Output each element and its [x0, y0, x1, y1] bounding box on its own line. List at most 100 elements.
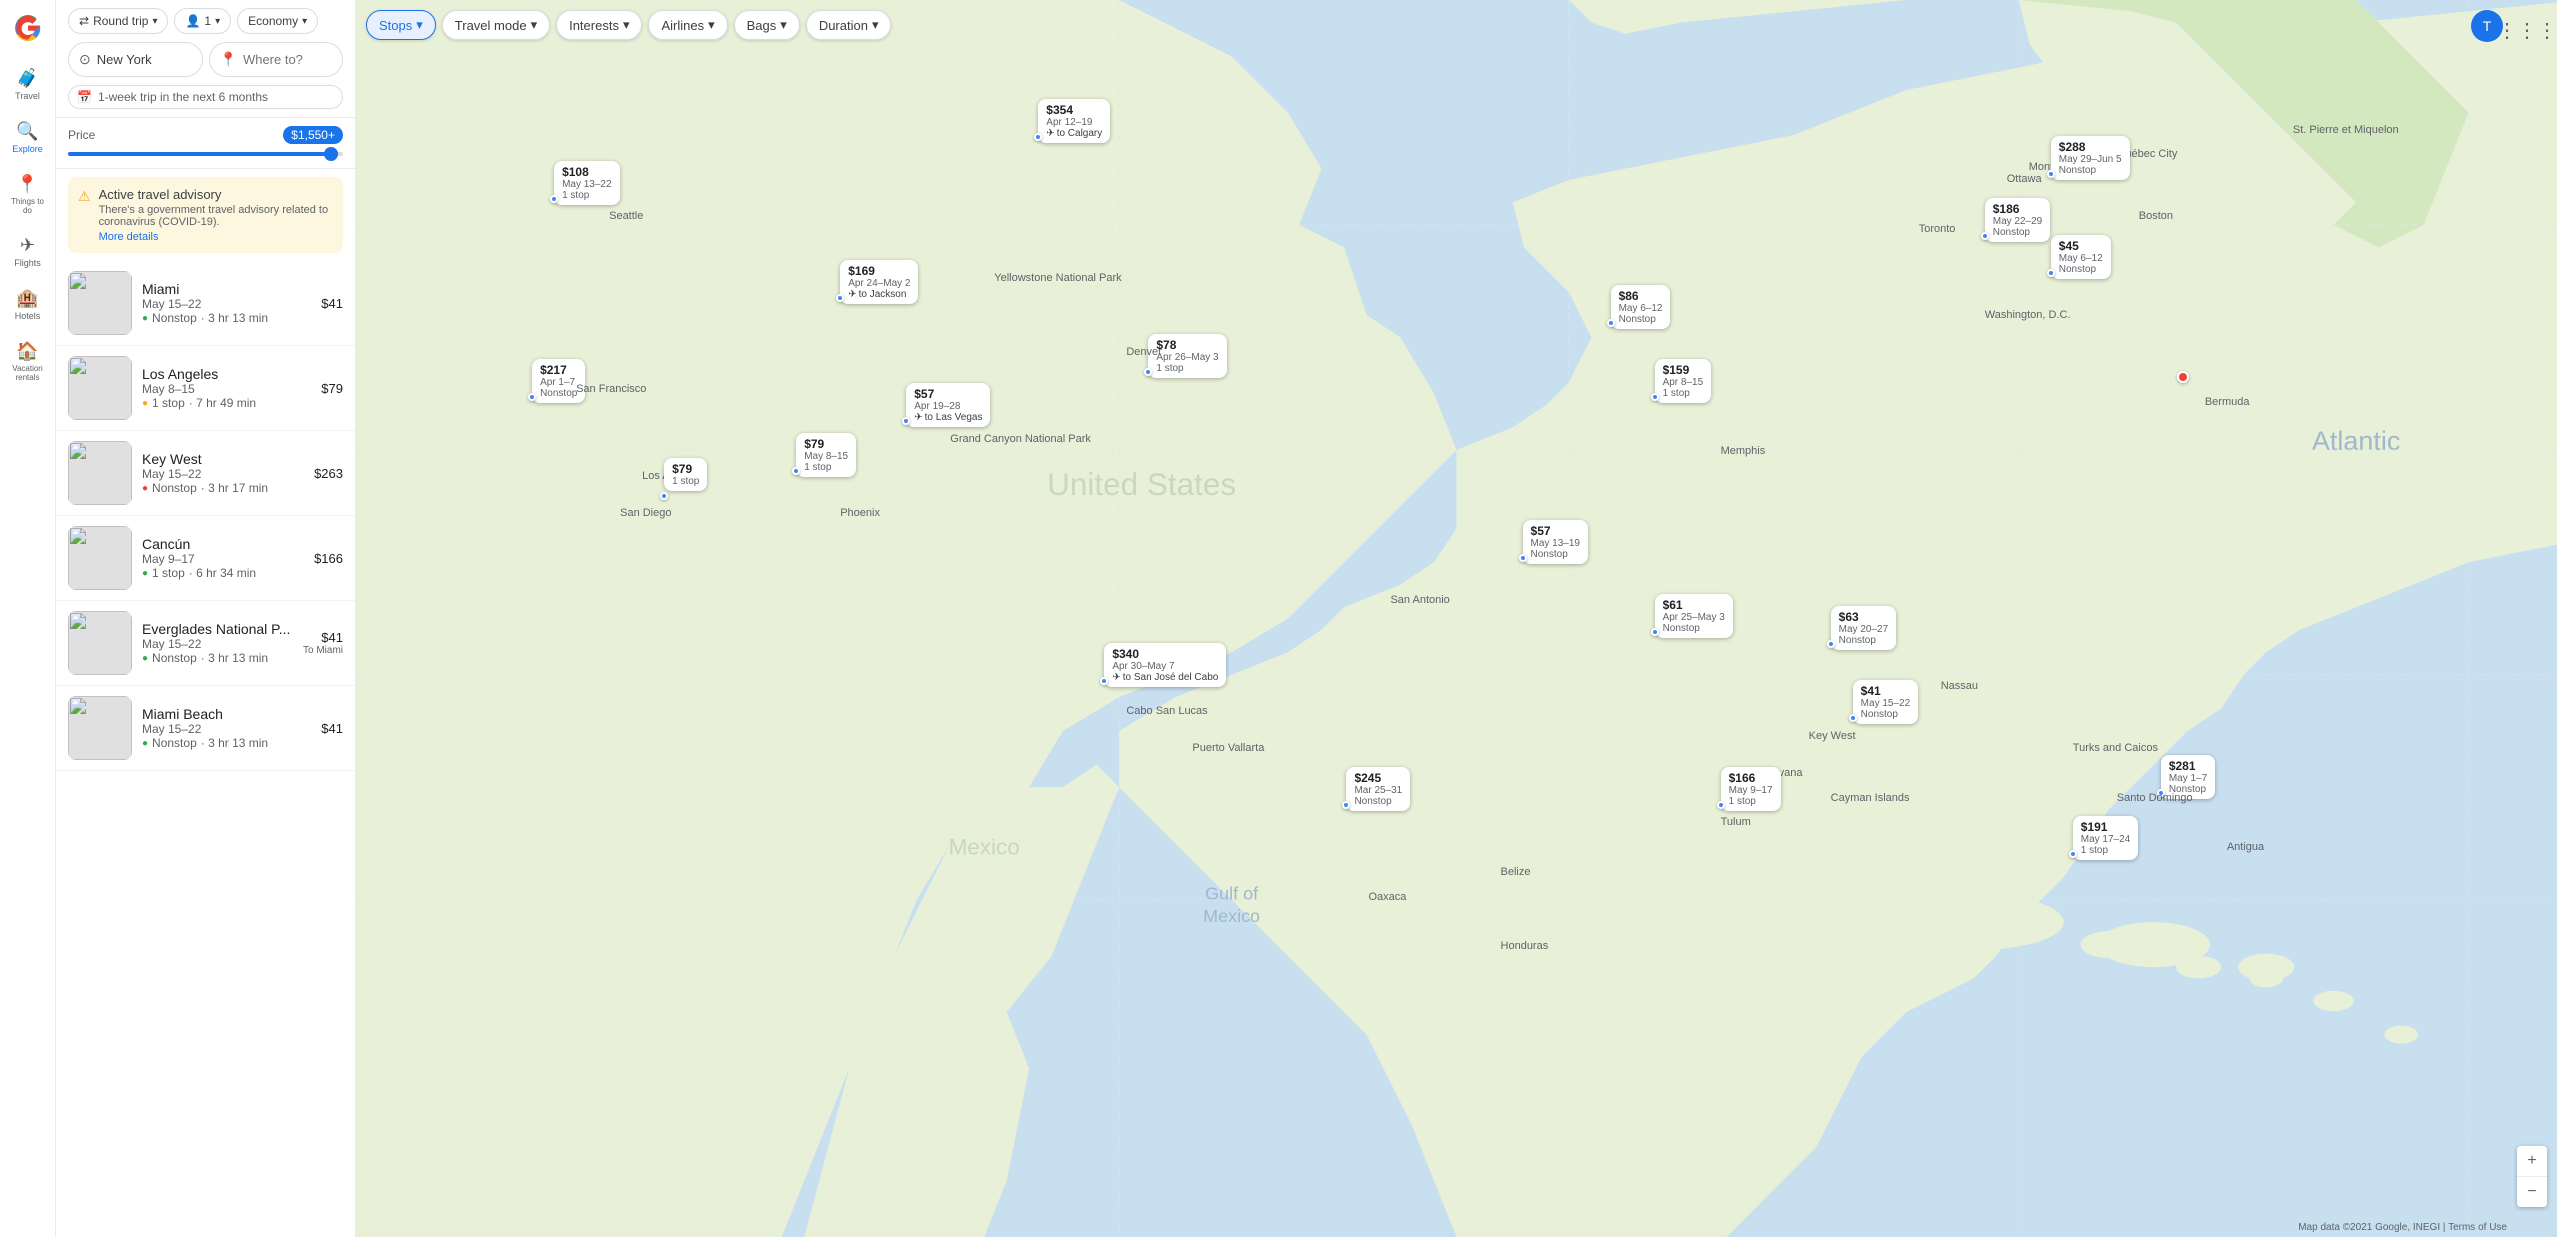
calendar-icon: 📅 — [77, 90, 92, 104]
destination-name: Everglades National P... — [142, 621, 293, 637]
origin-search-box[interactable]: ⊙ — [68, 42, 203, 77]
map-price-label[interactable]: $41May 15–22Nonstop — [1853, 680, 1918, 724]
map-destination-dot — [1981, 232, 1989, 240]
destination-price-col: $263 — [314, 466, 343, 481]
map-label-price: $186 — [1993, 202, 2042, 216]
map-area: Atlantic Pacific Gulf of Mexico United S… — [356, 0, 2557, 1237]
map-label-stop: Nonstop — [1354, 796, 1402, 807]
map-label-price: $217 — [540, 363, 577, 377]
map-label-date: May 17–24 — [2081, 834, 2130, 845]
zoom-out-button[interactable]: − — [2517, 1177, 2547, 1207]
map-price-label[interactable]: $63May 20–27Nonstop — [1831, 606, 1896, 650]
destination-search-box[interactable]: 📍 — [209, 42, 344, 77]
nav-item-things[interactable]: 📍 Things to do — [4, 166, 52, 223]
user-avatar[interactable]: T — [2471, 10, 2503, 42]
destination-flight: ● Nonstop · 3 hr 17 min — [142, 481, 304, 495]
map-destination-dot — [660, 492, 668, 500]
advisory-link[interactable]: More details — [99, 231, 159, 243]
map-price-label[interactable]: $45May 6–12Nonstop — [2051, 235, 2111, 279]
flight-duration: · 7 hr 49 min — [189, 396, 256, 410]
map-price-label[interactable]: $169Apr 24–May 2✈ to Jackson — [840, 260, 918, 304]
map-price-label[interactable]: $217Apr 1–7Nonstop — [532, 359, 585, 403]
travel-mode-filter-btn[interactable]: Travel mode ▾ — [442, 10, 550, 40]
advisory-banner: ⚠ Active travel advisory There's a gover… — [68, 177, 343, 253]
nav-item-travel[interactable]: 🧳 Travel — [4, 60, 52, 109]
stops-filter-btn[interactable]: Stops ▾ — [366, 10, 436, 40]
map-label-dest: ✈ to Las Vegas — [914, 412, 982, 423]
passenger-count: 1 — [204, 14, 211, 28]
nav-item-vacation[interactable]: 🏠 Vacation rentals — [4, 333, 52, 390]
map-label-date: Apr 19–28 — [914, 401, 982, 412]
class-button[interactable]: Economy ▾ — [237, 8, 318, 34]
interests-filter-btn[interactable]: Interests ▾ — [556, 10, 642, 40]
passengers-chevron: ▾ — [215, 16, 220, 27]
map-label-price: $61 — [1663, 598, 1725, 612]
date-label: 1-week trip in the next 6 months — [98, 90, 268, 104]
destination-dates: May 15–22 — [142, 467, 304, 481]
google-apps-button[interactable]: ⋮⋮⋮ — [2511, 14, 2543, 46]
map-price-label[interactable]: $354Apr 12–19✈ to Calgary — [1038, 99, 1110, 143]
map-price-label[interactable]: $186May 22–29Nonstop — [1985, 198, 2050, 242]
map-price-label[interactable]: $61Apr 25–May 3Nonstop — [1655, 594, 1733, 638]
map-price-label[interactable]: $86May 6–12Nonstop — [1611, 285, 1671, 329]
destination-flight: ● Nonstop · 3 hr 13 min — [142, 651, 293, 665]
flight-type-label: Nonstop — [152, 311, 197, 325]
map-label-date: May 13–22 — [562, 179, 611, 190]
map-label-price: $79 — [804, 437, 848, 451]
destination-dates: May 8–15 — [142, 382, 311, 396]
zoom-in-button[interactable]: + — [2517, 1146, 2547, 1176]
map-price-label[interactable]: $340Apr 30–May 7✈ to San José del Cabo — [1104, 643, 1226, 687]
map-label-stop: Nonstop — [1663, 623, 1725, 634]
destination-name: Cancún — [142, 536, 304, 552]
map-price-label[interactable]: $57Apr 19–28✈ to Las Vegas — [906, 383, 990, 427]
map-destination-dot — [1849, 714, 1857, 722]
duration-filter-btn[interactable]: Duration ▾ — [806, 10, 892, 40]
map-label-stop: 1 stop — [1156, 363, 1218, 374]
origin-input[interactable] — [97, 52, 192, 67]
passengers-button[interactable]: 👤 1 ▾ — [174, 8, 231, 34]
explore-icon: 🔍 — [16, 121, 38, 142]
price-slider-thumb[interactable] — [324, 147, 338, 161]
airlines-filter-btn[interactable]: Airlines ▾ — [648, 10, 727, 40]
map-price-label[interactable]: $191May 17–241 stop — [2073, 816, 2138, 860]
nav-item-hotels[interactable]: 🏨 Hotels — [4, 280, 52, 329]
map-price-label[interactable]: $281May 1–7Nonstop — [2161, 755, 2215, 799]
map-price-label[interactable]: $79May 8–151 stop — [796, 433, 856, 477]
destination-list-item[interactable]: Everglades" alt="Everglades National P..… — [56, 601, 355, 686]
destination-list-item[interactable]: Miami" alt="Miami" data-name="destinatio… — [56, 261, 355, 346]
price-slider-track[interactable] — [68, 152, 343, 156]
map-label-stop: 1 stop — [1729, 796, 1773, 807]
google-logo[interactable] — [8, 8, 48, 48]
destination-list-item[interactable]: Key West" alt="Key West" data-name="dest… — [56, 431, 355, 516]
travel-mode-chevron-icon: ▾ — [531, 17, 538, 33]
nav-item-flights[interactable]: ✈ Flights — [4, 227, 52, 276]
round-trip-button[interactable]: ⇄ Round trip ▾ — [68, 8, 168, 34]
map-price-label[interactable]: $159Apr 8–151 stop — [1655, 359, 1712, 403]
nav-item-explore[interactable]: 🔍 Explore — [4, 113, 52, 162]
map-price-label[interactable]: $288May 29–Jun 5Nonstop — [2051, 136, 2130, 180]
destination-name: Miami Beach — [142, 706, 311, 722]
flight-arrow-icon: ✈ — [914, 412, 922, 423]
map-price-label[interactable]: $166May 9–171 stop — [1721, 767, 1781, 811]
things-icon: 📍 — [16, 174, 38, 195]
flight-type-label: Nonstop — [152, 481, 197, 495]
destination-list-item[interactable]: Cancun" alt="Cancún" data-name="destinat… — [56, 516, 355, 601]
map-price-label[interactable]: $108May 13–221 stop — [554, 161, 619, 205]
flight-duration: · 3 hr 13 min — [201, 736, 268, 750]
map-price-label[interactable]: $245Mar 25–31Nonstop — [1346, 767, 1410, 811]
map-price-label[interactable]: $57May 13–19Nonstop — [1523, 520, 1588, 564]
destination-input[interactable] — [243, 52, 332, 67]
destination-thumbnail: Miami Beach" alt="Miami Beach" data-name… — [68, 696, 132, 760]
map-destination-dot — [2047, 170, 2055, 178]
destination-note: To Miami — [303, 645, 343, 656]
map-label-date: Mar 25–31 — [1354, 785, 1402, 796]
map-label-price: $191 — [2081, 820, 2130, 834]
bags-filter-btn[interactable]: Bags ▾ — [734, 10, 800, 40]
destination-list-item[interactable]: LA" alt="Los Angeles" data-name="destina… — [56, 346, 355, 431]
map-price-label[interactable]: $791 stop — [664, 458, 707, 491]
map-price-label[interactable]: $78Apr 26–May 31 stop — [1148, 334, 1226, 378]
travel-mode-label: Travel mode — [455, 18, 527, 33]
map-label-stop: Nonstop — [2059, 165, 2122, 176]
destination-list-item[interactable]: Miami Beach" alt="Miami Beach" data-name… — [56, 686, 355, 771]
date-row[interactable]: 📅 1-week trip in the next 6 months — [68, 85, 343, 109]
